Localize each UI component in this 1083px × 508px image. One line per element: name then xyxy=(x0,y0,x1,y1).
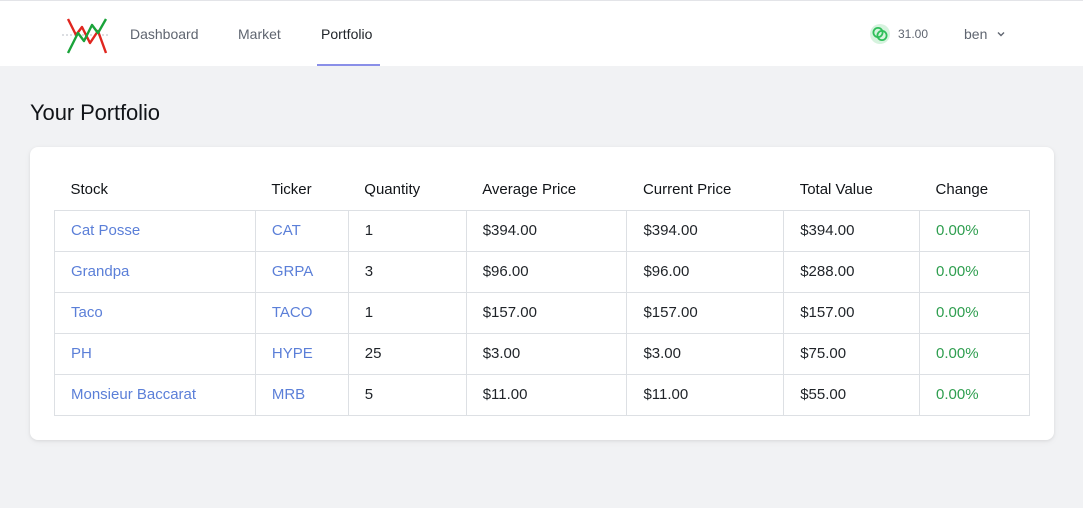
average-price-cell: $3.00 xyxy=(465,332,628,375)
stock-name-link[interactable]: Monsieur Baccarat xyxy=(71,386,196,403)
current-price-cell: $3.00 xyxy=(626,332,785,375)
ticker-link[interactable]: TACO xyxy=(272,304,313,321)
stock-name-link[interactable]: Grandpa xyxy=(71,263,129,280)
table-row: Monsieur Baccarat MRB 5 $11.00 $11.00 $5… xyxy=(54,373,1030,416)
change-cell: 0.00% xyxy=(919,250,1030,293)
current-price-cell: $96.00 xyxy=(626,250,785,293)
total-value-cell: $157.00 xyxy=(783,291,921,334)
table-row: Grandpa GRPA 3 $96.00 $96.00 $288.00 0.0… xyxy=(54,250,1030,293)
change-cell: 0.00% xyxy=(919,291,1030,334)
stock-name-link[interactable]: PH xyxy=(71,345,92,362)
portfolio-table: Stock Ticker Quantity Average Price Curr… xyxy=(54,169,1030,416)
nav-dashboard[interactable]: Dashboard xyxy=(130,1,199,67)
current-price-cell: $157.00 xyxy=(626,291,785,334)
total-value-cell: $55.00 xyxy=(783,373,921,416)
chevron-down-icon xyxy=(997,31,1005,37)
quantity-cell: 25 xyxy=(347,332,467,375)
table-header-row: Stock Ticker Quantity Average Price Curr… xyxy=(55,169,1030,210)
change-cell: 0.00% xyxy=(919,373,1030,416)
header-change: Change xyxy=(935,180,989,198)
current-price-cell: $11.00 xyxy=(626,373,785,416)
header-average-price: Average Price xyxy=(482,180,577,198)
change-cell: 0.00% xyxy=(919,332,1030,375)
nav-portfolio[interactable]: Portfolio xyxy=(321,1,372,67)
quantity-cell: 1 xyxy=(347,291,467,334)
nav-market[interactable]: Market xyxy=(238,1,281,67)
ticker-link[interactable]: MRB xyxy=(272,386,305,403)
quantity-cell: 1 xyxy=(347,209,467,252)
header-quantity: Quantity xyxy=(364,180,421,198)
average-price-cell: $96.00 xyxy=(465,250,628,293)
coins-icon xyxy=(870,24,890,44)
table-row: PH HYPE 25 $3.00 $3.00 $75.00 0.00% xyxy=(54,332,1030,375)
total-value-cell: $394.00 xyxy=(783,209,921,252)
portfolio-card: Stock Ticker Quantity Average Price Curr… xyxy=(30,147,1054,440)
total-value-cell: $288.00 xyxy=(783,250,921,293)
stock-name-link[interactable]: Taco xyxy=(71,304,103,321)
ticker-link[interactable]: HYPE xyxy=(272,345,313,362)
top-navigation-bar: Dashboard Market Portfolio 31.00 ben xyxy=(0,0,1083,66)
ticker-link[interactable]: GRPA xyxy=(272,263,313,280)
current-price-cell: $394.00 xyxy=(626,209,785,252)
user-menu[interactable]: ben xyxy=(964,1,1005,67)
table-row: Taco TACO 1 $157.00 $157.00 $157.00 0.00… xyxy=(54,291,1030,334)
average-price-cell: $394.00 xyxy=(465,209,628,252)
header-ticker: Ticker xyxy=(271,180,312,198)
average-price-cell: $157.00 xyxy=(465,291,628,334)
stock-chart-logo-icon[interactable] xyxy=(60,15,110,57)
stock-name-link[interactable]: Cat Posse xyxy=(71,222,140,239)
table-row: Cat Posse CAT 1 $394.00 $394.00 $394.00 … xyxy=(54,209,1030,252)
header-current-price: Current Price xyxy=(642,180,732,198)
total-value-cell: $75.00 xyxy=(783,332,921,375)
change-cell: 0.00% xyxy=(919,209,1030,252)
quantity-cell: 3 xyxy=(347,250,467,293)
average-price-cell: $11.00 xyxy=(465,373,628,416)
active-tab-indicator xyxy=(317,64,380,66)
username: ben xyxy=(964,26,988,42)
page-title: Your Portfolio xyxy=(30,100,160,125)
balance-amount: 31.00 xyxy=(898,27,929,41)
header-total-value: Total Value xyxy=(799,180,873,198)
ticker-link[interactable]: CAT xyxy=(272,222,301,239)
header-stock: Stock xyxy=(70,180,109,198)
quantity-cell: 5 xyxy=(347,373,467,416)
